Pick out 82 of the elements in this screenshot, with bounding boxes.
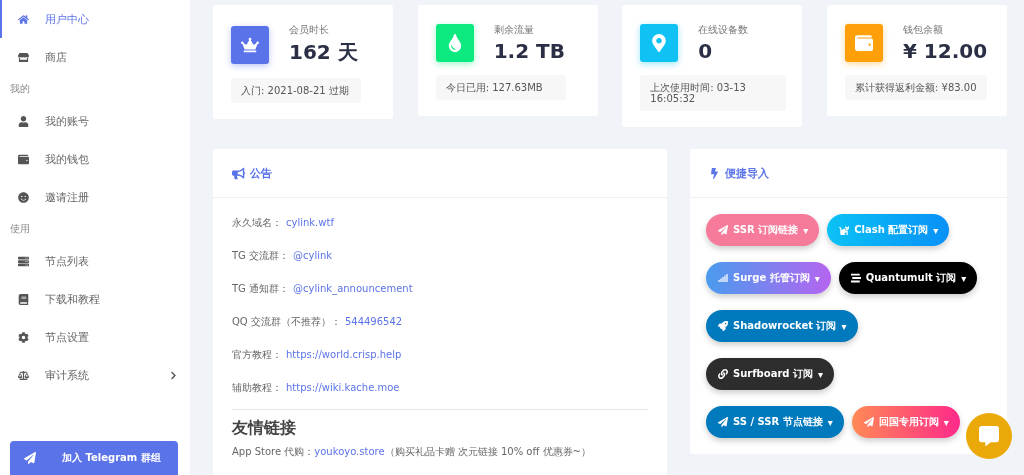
smile-icon <box>18 191 29 203</box>
user-icon <box>18 115 29 127</box>
section-heading: 友情链接 <box>232 418 297 439</box>
info-label: 辅助教程： <box>232 380 282 395</box>
subscription-dropdown-button[interactable]: SSR 订阅链接 ▾ <box>706 214 820 246</box>
caret-icon: ▾ <box>961 272 967 284</box>
subscription-dropdown-button[interactable]: 回国专用订阅 ▾ <box>851 406 960 438</box>
chat-button[interactable] <box>966 413 1012 459</box>
subscription-dropdown-button[interactable]: Shadowrocket 订阅 ▾ <box>706 310 858 342</box>
info-link[interactable]: https://world.crisp.help <box>286 349 402 360</box>
sidebar-item[interactable]: 用户中心 <box>0 0 190 38</box>
stat-label: 会员时长 <box>289 23 330 37</box>
caret-icon: ▾ <box>803 224 809 236</box>
signal-icon <box>718 273 728 283</box>
friend-link-line: App Store 代购：youkoyo.store（购买礼品卡赠 次元链接 10% off 优惠券~） <box>232 445 592 459</box>
caret-icon: ▾ <box>933 224 939 236</box>
caret-icon: ▾ <box>943 416 949 428</box>
stat-value: ¥ 12.00 <box>902 39 988 63</box>
info-link[interactable]: @cylink <box>293 250 333 261</box>
caret-icon: ▾ <box>827 416 833 428</box>
info-label: TG 交流群： <box>232 248 290 263</box>
stat-label: 钱包余额 <box>902 23 944 37</box>
chat-icon <box>979 426 999 446</box>
megaphone-icon <box>232 166 245 180</box>
stat-value: 1.2 TB <box>493 39 565 63</box>
card-title: 公告 <box>250 165 272 181</box>
crown-icon <box>241 35 259 54</box>
info-label: 永久域名： <box>232 215 282 230</box>
stat-note: 入门: 2021-08-21 过期 <box>231 78 361 103</box>
caret-icon: ▾ <box>841 320 847 332</box>
subscription-dropdown-button[interactable]: Surge 托管订阅 ▾ <box>706 262 831 294</box>
sidebar-item[interactable]: 我的账号 <box>0 102 190 140</box>
lightning-icon <box>709 167 720 179</box>
rocket-icon <box>718 321 728 331</box>
subscription-dropdown-button[interactable]: Surfboard 订阅 ▾ <box>706 358 834 390</box>
card-title: 便捷导入 <box>725 165 769 181</box>
info-link[interactable]: https://wiki.kache.moe <box>286 382 400 393</box>
sidebar-item[interactable]: 下载和教程 <box>0 280 190 318</box>
wallet-icon <box>854 34 873 52</box>
settings-icon <box>18 331 29 343</box>
info-link[interactable]: 544496542 <box>344 316 403 327</box>
paper-plane-icon <box>24 452 36 464</box>
nav-section-heading: 使用 <box>9 222 31 236</box>
subscription-dropdown-button[interactable]: Quantumult 订阅 ▾ <box>838 262 978 294</box>
map-pin-icon <box>650 34 669 52</box>
stripes-icon <box>850 273 861 283</box>
stat-note: 今日已用: 127.63MB <box>435 75 566 100</box>
stat-note: 上次使用时间: 03-13 16:05:32 <box>640 75 787 111</box>
join-telegram-button[interactable]: 加入 Telegram 群组 <box>10 441 178 475</box>
stat-value: 0 <box>698 39 714 63</box>
info-link[interactable]: @cylink_announcement <box>293 283 413 294</box>
wallet-icon <box>18 153 29 165</box>
sidebar-item[interactable]: 商店 <box>0 38 190 76</box>
info-label: TG 通知群： <box>232 281 290 296</box>
stat-label: 剩余流量 <box>493 23 535 37</box>
paper-plane-icon <box>718 417 728 427</box>
cat-icon <box>839 225 850 235</box>
paper-plane-icon <box>863 417 874 427</box>
stat-value: 162 天 <box>289 39 358 66</box>
stat-note: 累计获得返利金额: ¥83.00 <box>844 75 987 100</box>
stat-label: 在线设备数 <box>698 23 749 37</box>
server-icon <box>18 255 29 267</box>
info-label: 官方教程： <box>232 347 282 362</box>
store-icon <box>18 51 29 63</box>
nav-section-heading: 我的 <box>9 82 31 96</box>
paper-plane-icon <box>718 225 728 235</box>
caret-icon: ▾ <box>817 368 823 380</box>
subscription-dropdown-button[interactable]: Clash 配置订阅 ▾ <box>827 214 950 246</box>
sidebar-item[interactable]: 审计系统 <box>0 356 190 394</box>
sidebar-item[interactable]: 邀请注册 <box>0 178 190 216</box>
sidebar-item[interactable]: 节点设置 <box>0 318 190 356</box>
info-label: QQ 交流群（不推荐）： <box>232 314 341 329</box>
caret-icon: ▾ <box>814 272 820 284</box>
link-icon <box>718 369 728 379</box>
sidebar-item[interactable]: 我的钱包 <box>0 140 190 178</box>
subscription-dropdown-button[interactable]: SS / SSR 节点链接 ▾ <box>706 406 844 438</box>
sidebar-item[interactable]: 节点列表 <box>0 242 190 280</box>
info-link[interactable]: cylink.wtf <box>286 217 334 228</box>
scale-icon <box>18 369 29 381</box>
book-icon <box>18 293 29 305</box>
home-icon <box>18 13 29 25</box>
friend-link[interactable]: youkoyo.store <box>314 446 385 457</box>
